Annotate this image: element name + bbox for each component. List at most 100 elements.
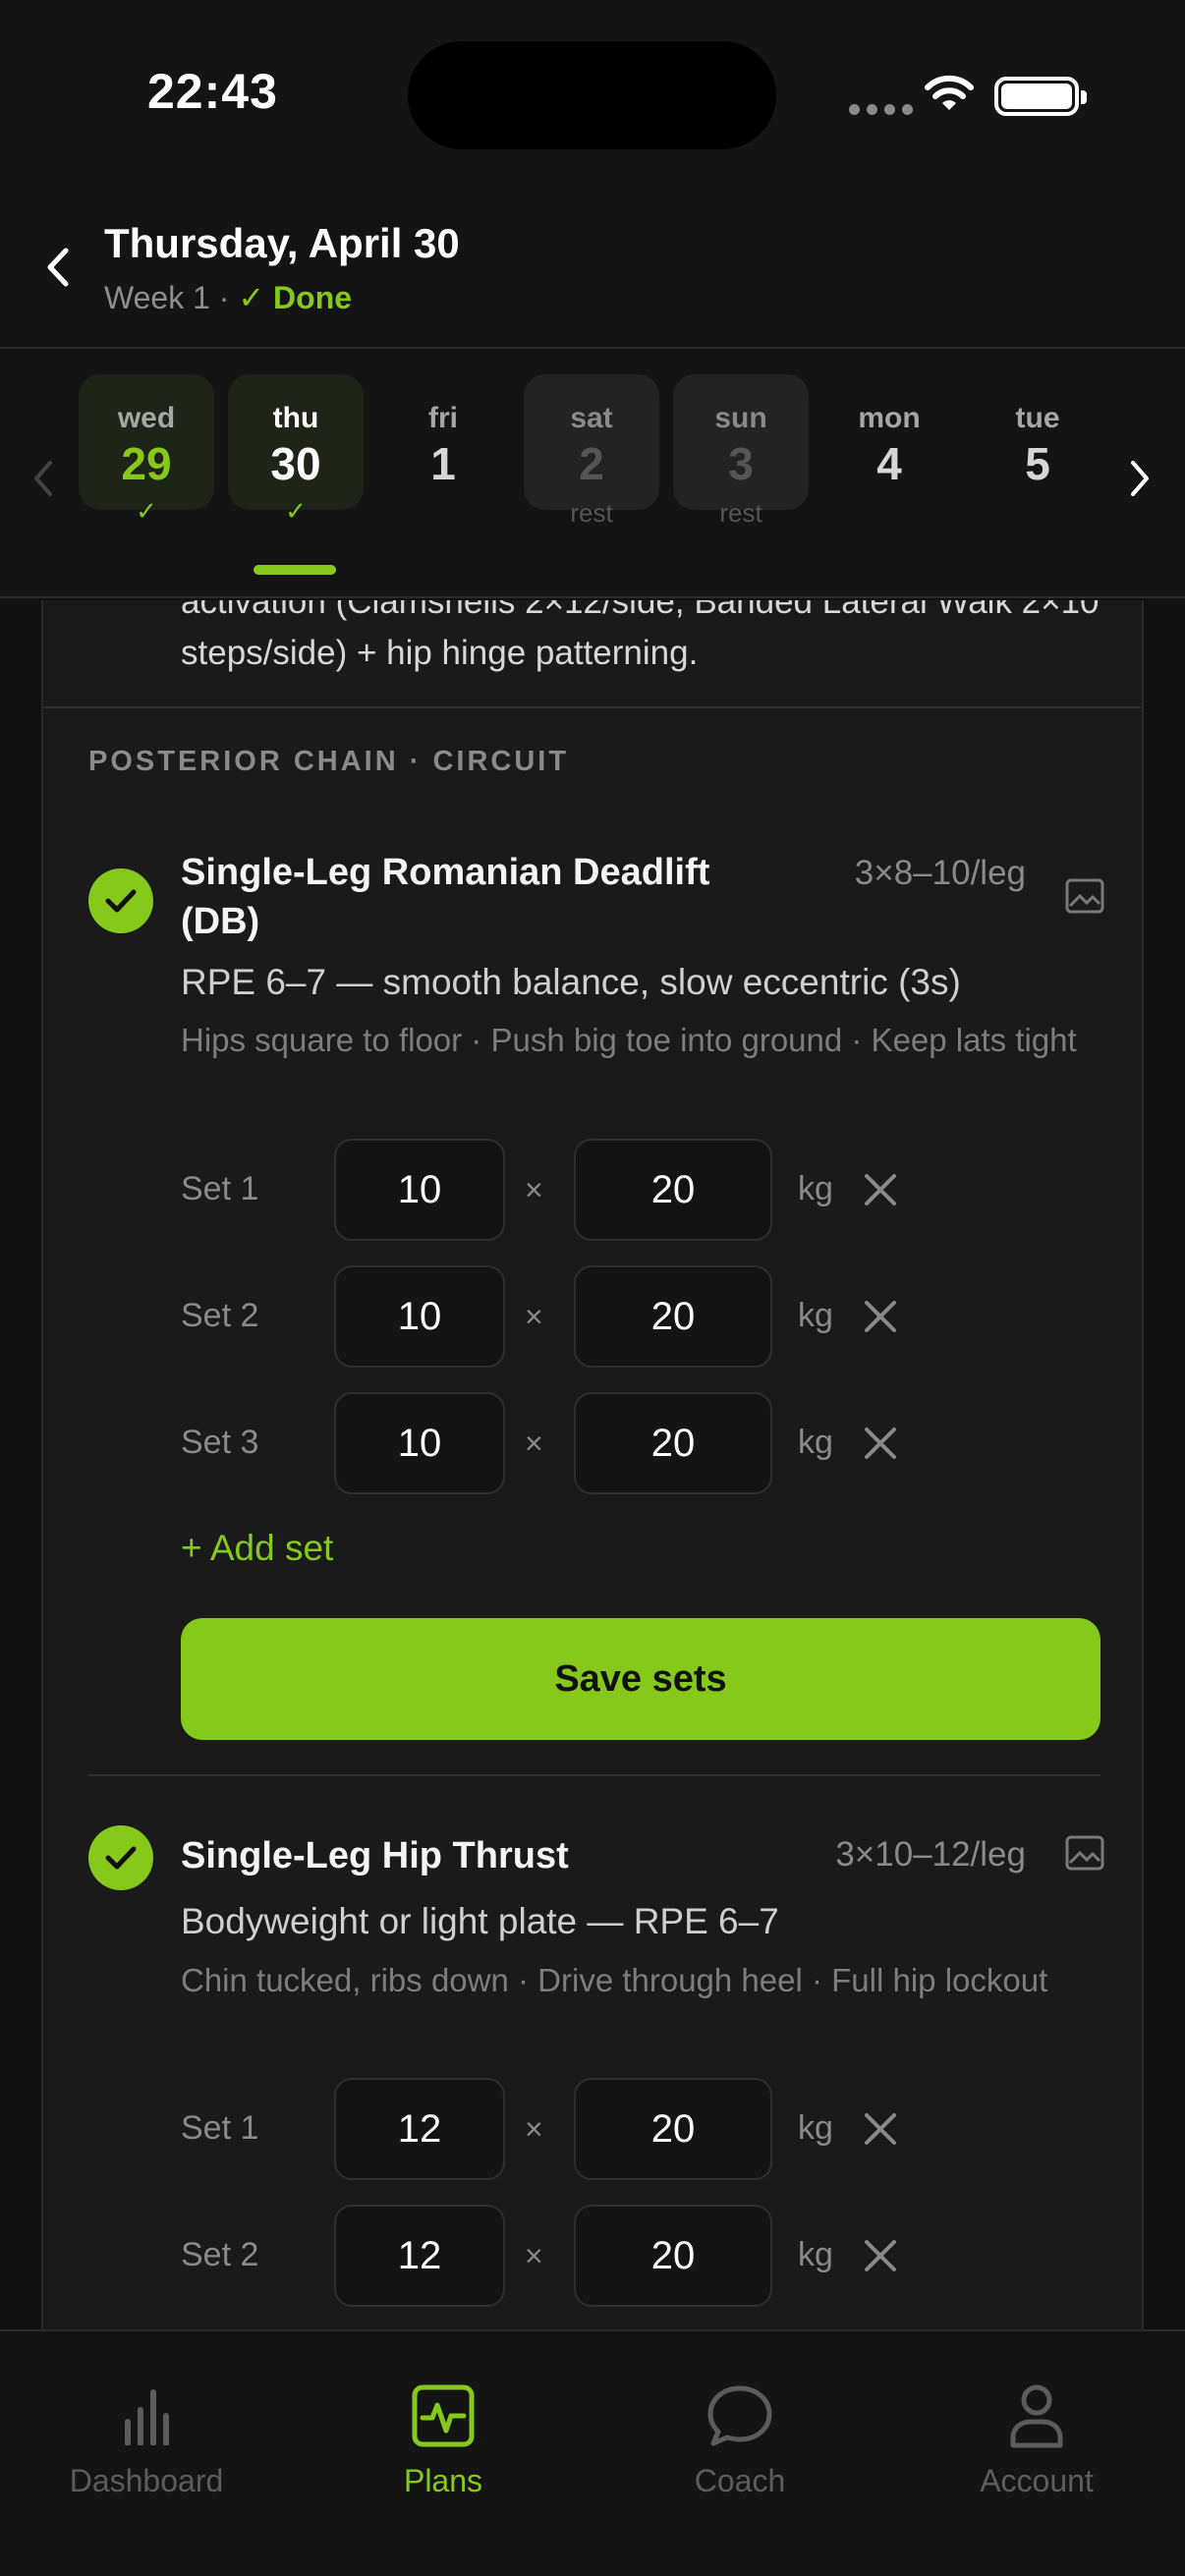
exercise-cues: Hips square to floor · Push big toe into… <box>181 1022 1077 1058</box>
tab-dashboard[interactable]: Dashboard <box>9 2380 284 2499</box>
status-bar: 22:43 <box>0 0 1185 196</box>
exercise-divider <box>88 1774 1100 1776</box>
exercise-rpe: Bodyweight or light plate — RPE 6–7 <box>181 1901 779 1941</box>
back-button[interactable] <box>35 238 81 297</box>
day-check-icon: ✓ <box>285 496 307 526</box>
day-number: 3 <box>728 438 754 489</box>
selected-day-indicator <box>254 565 336 575</box>
exercise-name: Single-Leg Romanian Deadlift (DB) <box>181 852 710 942</box>
image-icon[interactable] <box>1065 878 1104 914</box>
reps-input[interactable]: 10 <box>334 1265 505 1368</box>
tab-coach[interactable]: Coach <box>602 2380 877 2499</box>
image-icon[interactable] <box>1065 1835 1104 1871</box>
day-fri[interactable]: fri 1 <box>375 374 511 510</box>
unit-label: kg <box>798 1297 833 1334</box>
weight-input[interactable]: 20 <box>574 2078 772 2180</box>
exercise-rpe: RPE 6–7 — smooth balance, slow eccentric… <box>181 962 961 1002</box>
set-row: Set 2 10 × 20 kg <box>181 1265 1065 1368</box>
exercise-scheme: 3×8–10/leg <box>854 854 1026 892</box>
chevron-left-icon <box>34 461 52 496</box>
tab-label: Plans <box>403 2463 483 2498</box>
bottom-tab-bar: Dashboard Plans Coach Account <box>0 2329 1185 2576</box>
reps-input[interactable]: 12 <box>334 2205 505 2307</box>
completed-check-icon[interactable] <box>88 868 153 933</box>
activity-icon <box>412 2384 475 2447</box>
reps-input[interactable]: 12 <box>334 2078 505 2180</box>
times-symbol: × <box>525 1426 543 1461</box>
exercise-scheme: 3×10–12/leg <box>835 1835 1026 1874</box>
check-icon <box>105 1846 137 1870</box>
set-label: Set 3 <box>181 1424 259 1461</box>
bar-chart-icon <box>125 2389 169 2445</box>
unit-label: kg <box>798 2236 833 2273</box>
remove-set-icon[interactable] <box>859 2107 902 2151</box>
weight-input[interactable]: 20 <box>574 1392 772 1494</box>
person-icon <box>1010 2384 1063 2448</box>
reps-input[interactable]: 10 <box>334 1392 505 1494</box>
week-label: Week 1 <box>104 280 210 315</box>
set-row: Set 2 12 × 20 kg <box>181 2205 1065 2307</box>
set-row: Set 3 10 × 20 kg <box>181 1392 1065 1494</box>
weight-input[interactable]: 20 <box>574 1139 772 1241</box>
day-name: fri <box>428 402 458 434</box>
day-number: 1 <box>430 438 456 489</box>
day-mon[interactable]: mon 4 <box>821 374 957 510</box>
tab-label: Coach <box>694 2463 786 2498</box>
times-symbol: × <box>525 1172 543 1207</box>
day-sun[interactable]: sun 3 rest <box>673 374 809 528</box>
set-row: Set 1 12 × 20 kg <box>181 2078 1065 2180</box>
warmup-description: activation (Clamshells 2×12/side, Banded… <box>181 600 1100 672</box>
remove-set-icon[interactable] <box>859 1168 902 1211</box>
subtitle-separator: · <box>209 280 239 315</box>
day-sat[interactable]: sat 2 rest <box>524 374 659 528</box>
remove-set-icon[interactable] <box>859 1295 902 1338</box>
cellular-signal-icon <box>849 104 913 115</box>
day-number: 4 <box>876 438 902 489</box>
reps-input[interactable]: 10 <box>334 1139 505 1241</box>
day-wed[interactable]: wed 29 ✓ <box>79 374 214 526</box>
section-divider <box>43 706 1142 708</box>
day-number: 29 <box>121 438 172 489</box>
day-name: thu <box>272 402 319 434</box>
section-label: POSTERIOR CHAIN · CIRCUIT <box>88 746 570 777</box>
check-icon <box>105 889 137 913</box>
weight-input[interactable]: 20 <box>574 1265 772 1368</box>
wifi-icon <box>925 75 974 110</box>
tab-plans[interactable]: Plans <box>306 2380 581 2499</box>
next-week-button[interactable] <box>1120 449 1159 508</box>
tab-account[interactable]: Account <box>899 2380 1174 2499</box>
add-set-button[interactable]: + Add set <box>181 1528 333 1569</box>
day-number: 5 <box>1025 438 1050 489</box>
day-thu[interactable]: thu 30 ✓ <box>228 374 364 526</box>
chat-bubble-icon <box>707 2385 772 2446</box>
done-status: ✓ Done <box>238 280 353 315</box>
day-name: mon <box>858 402 921 434</box>
save-sets-button[interactable]: Save sets <box>181 1618 1100 1740</box>
page-title: Thursday, April 30 <box>104 220 460 266</box>
completed-check-icon[interactable] <box>88 1825 153 1890</box>
unit-label: kg <box>798 2109 833 2147</box>
day-check-icon: ✓ <box>136 496 157 526</box>
tab-label: Account <box>980 2463 1094 2498</box>
page-header: Thursday, April 30 Week 1 · ✓ Done <box>0 196 1185 349</box>
status-time: 22:43 <box>147 64 278 119</box>
unit-label: kg <box>798 1424 833 1461</box>
set-label: Set 1 <box>181 2109 259 2147</box>
day-name: sat <box>570 402 613 434</box>
set-label: Set 2 <box>181 1297 259 1334</box>
workout-card: activation (Clamshells 2×12/side, Banded… <box>41 600 1144 2329</box>
set-label: Set 1 <box>181 1170 259 1207</box>
prev-week-button[interactable] <box>24 449 63 508</box>
chevron-left-icon <box>47 248 69 287</box>
remove-set-icon[interactable] <box>859 1422 902 1465</box>
rest-label: rest <box>719 498 762 528</box>
day-number: 2 <box>579 438 604 489</box>
day-tue[interactable]: tue 5 <box>970 374 1105 510</box>
weight-input[interactable]: 20 <box>574 2205 772 2307</box>
day-name: wed <box>117 402 176 434</box>
chevron-right-icon <box>1131 461 1149 496</box>
remove-set-icon[interactable] <box>859 2234 902 2277</box>
day-number: 30 <box>270 438 321 489</box>
day-name: sun <box>714 402 767 434</box>
dynamic-island <box>408 41 776 149</box>
